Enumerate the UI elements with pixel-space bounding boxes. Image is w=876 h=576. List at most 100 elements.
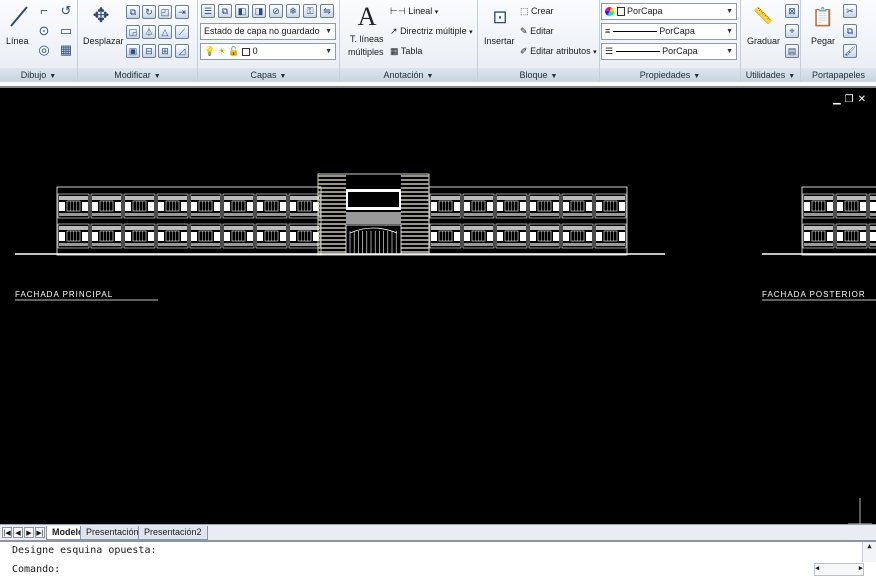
panel-propiedades: PorCapa ▼ ≡ PorCapa ▼ ☰ PorCapa ▼ Propie…: [600, 0, 741, 82]
layer-off-icon[interactable]: ⊘: [269, 4, 283, 18]
color-combo[interactable]: PorCapa ▼: [601, 3, 737, 20]
table-icon: ▦: [390, 46, 399, 56]
dimension-icon: ⊢⊣: [390, 6, 406, 16]
polyline-icon[interactable]: ⌐: [36, 4, 52, 20]
scroll-right-icon[interactable]: ▶: [859, 564, 863, 572]
fillet-icon[interactable]: ⟋: [175, 25, 189, 39]
layer-lock-icon[interactable]: ⚿: [303, 4, 317, 18]
panel-title-portapapeles[interactable]: Portapapeles: [801, 68, 876, 82]
panel-title-anotacion[interactable]: Anotación ▼: [340, 68, 477, 82]
color-swatch: [616, 7, 625, 17]
panel-bloque: ⊡ Insertar ⬚ Crear ✎ Editar ✐ Editar atr…: [478, 0, 600, 82]
sun-icon: ☀: [217, 46, 226, 56]
insert-block-button[interactable]: ⊡ Insertar: [482, 4, 518, 48]
rectangle-icon[interactable]: ▭: [58, 24, 74, 40]
edit-block-button[interactable]: ✎ Editar: [520, 26, 554, 37]
chevron-down-icon: ▼: [325, 28, 332, 35]
multileader-label: Directriz múltiple: [400, 26, 467, 36]
panel-title-capas[interactable]: Capas ▼: [198, 68, 339, 82]
layer-unisolate-icon[interactable]: ◨: [252, 4, 266, 18]
chamfer-icon[interactable]: ◿: [175, 44, 189, 58]
rotate-icon[interactable]: ↻: [142, 5, 156, 19]
mtext-button[interactable]: A T. líneas múltiples: [346, 2, 388, 66]
layout-tabs-bar: |◀ ◀ ▶ ▶| Modelo Presentación1 Presentac…: [0, 524, 876, 540]
paste-label: Pegar: [811, 36, 836, 46]
stretch-icon[interactable]: ◲: [126, 25, 140, 39]
quick-select-icon[interactable]: ⊠: [785, 4, 799, 18]
panel-title-modificar[interactable]: Modificar ▼: [78, 68, 197, 82]
calculator-icon[interactable]: ▤: [785, 44, 799, 58]
layer-isolate-icon[interactable]: ◧: [235, 4, 249, 18]
lightbulb-icon: 💡: [204, 46, 216, 56]
line-tool-button[interactable]: Línea: [4, 4, 34, 48]
command-history: Designe esquina opuesta:: [12, 545, 157, 556]
command-hscroll[interactable]: ◀ ▶: [814, 563, 864, 576]
paste-button[interactable]: 📋 Pegar: [805, 4, 841, 54]
chevron-down-icon: ▼: [726, 28, 733, 35]
color-value: PorCapa: [627, 6, 663, 16]
linetype-combo[interactable]: ≡ PorCapa ▼: [601, 23, 737, 40]
chevron-down-icon: ▼: [726, 8, 733, 15]
current-layer-combo[interactable]: 💡 ☀ 🔓 0 ▼: [200, 43, 336, 60]
layer-state-icon[interactable]: ⧉: [218, 4, 232, 18]
label-fachada-principal: FACHADA PRINCIPAL: [15, 290, 113, 299]
panel-title-bloque[interactable]: Bloque ▼: [478, 68, 599, 82]
lock-open-icon: 🔓: [228, 46, 240, 56]
hatch-icon[interactable]: ▦: [58, 43, 74, 59]
tab-presentacion2[interactable]: Presentación2: [138, 526, 208, 540]
text-a-icon: A: [357, 2, 377, 31]
create-block-button[interactable]: ⬚ Crear: [520, 6, 554, 17]
measure-button[interactable]: 📏 Graduar: [745, 4, 781, 54]
drawing-canvas[interactable]: ▁❐✕ FACHADA PRINCIPAL FACHADA POSTERIOR: [0, 86, 876, 525]
command-scrollbar[interactable]: ▲: [862, 542, 876, 562]
cut-icon[interactable]: ✂: [843, 4, 857, 18]
layer-state-value: Estado de capa no guardado: [204, 26, 320, 36]
layer-state-combo[interactable]: Estado de capa no guardado ▼: [200, 23, 336, 40]
layer-freeze-icon[interactable]: ❄: [286, 4, 300, 18]
edit-label: Editar: [530, 26, 554, 36]
explode-icon[interactable]: ⊞: [158, 44, 172, 58]
tab-last-icon[interactable]: ▶|: [35, 527, 45, 538]
tab-next-icon[interactable]: ▶: [24, 527, 34, 538]
undo-arc-icon[interactable]: ↺: [58, 4, 74, 20]
layer-properties-icon[interactable]: ☰: [201, 4, 215, 18]
tab-prev-icon[interactable]: ◀: [13, 527, 23, 538]
attributes-icon: ✐: [520, 46, 528, 56]
linetype-icon: ≡: [605, 26, 611, 36]
lineweight-combo[interactable]: ☰ PorCapa ▼: [601, 43, 737, 60]
multileader-button[interactable]: ↗ Directriz múltiple ▾: [390, 26, 473, 37]
layer-match-icon[interactable]: ⇋: [320, 4, 334, 18]
panel-title-utilidades[interactable]: Utilidades ▼: [741, 68, 800, 82]
layer-color-swatch: [242, 47, 251, 56]
trim-icon[interactable]: ◰: [158, 5, 172, 19]
ellipse-icon[interactable]: ◎: [36, 43, 52, 59]
linear-dim-button[interactable]: ⊢⊣ Lineal ▾: [390, 6, 438, 17]
move-button[interactable]: ✥ Desplazar: [80, 4, 124, 48]
match-properties-icon[interactable]: 🖌: [843, 44, 857, 58]
tab-first-icon[interactable]: |◀: [2, 527, 12, 538]
scroll-left-icon[interactable]: ◀: [815, 564, 819, 572]
array-icon[interactable]: ▣: [126, 44, 140, 58]
copy-objects-icon[interactable]: ⧉: [126, 5, 140, 19]
panel-title-propiedades[interactable]: Propiedades ▼: [600, 68, 740, 82]
panel-title-dibujo[interactable]: Dibujo ▼: [0, 68, 77, 82]
move-label: Desplazar: [83, 36, 124, 46]
front-facade-elevation: [56, 173, 628, 256]
chevron-down-icon: ▼: [325, 48, 332, 55]
command-prompt[interactable]: Comando:: [12, 564, 60, 575]
circle-icon[interactable]: ⊙: [36, 24, 52, 40]
linetype-value: PorCapa: [659, 26, 695, 36]
edit-attributes-button[interactable]: ✐ Editar atributos ▾: [520, 46, 597, 57]
mirror-icon[interactable]: ⏃: [142, 25, 156, 39]
offset-icon[interactable]: ⊟: [142, 44, 156, 58]
scroll-up-icon[interactable]: ▲: [867, 542, 871, 550]
create-label: Crear: [531, 6, 554, 16]
id-point-icon[interactable]: ⌖: [785, 24, 799, 38]
scale-icon[interactable]: △: [158, 25, 172, 39]
table-button[interactable]: ▦ Tabla: [390, 46, 422, 57]
lineweight-value: PorCapa: [662, 46, 698, 56]
command-window[interactable]: Designe esquina opuesta: Comando: ▲ ◀ ▶: [0, 540, 876, 576]
edit-attributes-label: Editar atributos: [530, 46, 591, 56]
copy-icon[interactable]: ⧉: [843, 24, 857, 38]
extend-icon[interactable]: ⇥: [175, 5, 189, 19]
